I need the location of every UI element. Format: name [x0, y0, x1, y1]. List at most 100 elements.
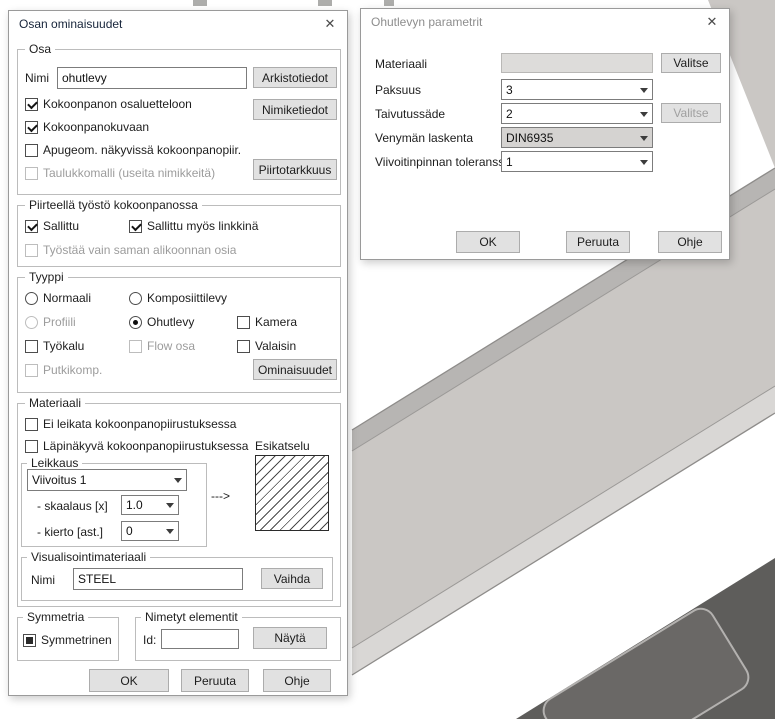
vaihda-button[interactable]: Vaihda: [261, 568, 323, 589]
radio-komposiittilevy[interactable]: Komposiittilevy: [129, 291, 227, 305]
checkbox-tyokalu[interactable]: Työkalu: [25, 339, 84, 353]
checkbox-icon: [237, 316, 250, 329]
dialog-titlebar[interactable]: Ohutlevyn parametrit: [361, 9, 729, 35]
chevron-down-icon: [169, 470, 186, 490]
bend-radius-label: Taivutussäde: [375, 107, 445, 121]
combo-value: 3: [502, 83, 635, 97]
sheet-metal-parameters-dialog: Ohutlevyn parametrit ✕ Materiaali Valits…: [360, 8, 730, 260]
checkbox-label: Kokoonpanon osaluetteloon: [43, 97, 192, 111]
checkbox-sallittu-linkkina[interactable]: Sallittu myös linkkinä: [129, 219, 258, 233]
radio-label: Normaali: [43, 291, 91, 305]
rotation-label: - kierto [ast.]: [37, 525, 103, 539]
combo-value: 1.0: [122, 498, 161, 512]
combo-value: 1: [502, 155, 635, 169]
material-label: Materiaali: [375, 57, 427, 71]
toolbar-fragment: [384, 0, 394, 6]
group-vis-legend: Visualisointimateriaali: [27, 551, 150, 563]
scale-label: - skaalaus [x]: [37, 499, 108, 513]
group-nimetyt-legend: Nimetyt elementit: [141, 611, 242, 623]
checkbox-apugeom[interactable]: Apugeom. näkyvissä kokoonpanopiir.: [25, 143, 241, 157]
checkbox-symmetrinen[interactable]: Symmetrinen: [23, 633, 112, 647]
dialog-titlebar[interactable]: Osan ominaisuudet: [9, 11, 347, 37]
help-button[interactable]: Ohje: [263, 669, 331, 692]
checkbox-kamera[interactable]: Kamera: [237, 315, 297, 329]
hatch-rotation-select[interactable]: 0: [121, 521, 179, 541]
dialog-title: Osan ominaisuudet: [19, 17, 122, 31]
checkbox-icon: [25, 98, 38, 111]
checkbox-label: Sallittu: [43, 219, 79, 233]
toolbar-fragment: [193, 0, 207, 6]
ok-button[interactable]: OK: [456, 231, 520, 253]
checkbox-label: Valaisin: [255, 339, 296, 353]
element-id-input[interactable]: [161, 629, 239, 649]
checkbox-ei-leikata[interactable]: Ei leikata kokoonpanopiirustuksessa: [25, 417, 236, 431]
checkbox-label: Työstää vain saman alikoonnan osia: [43, 243, 236, 257]
cancel-button[interactable]: Peruuta: [566, 231, 630, 253]
checkbox-label: Putkikomp.: [43, 363, 102, 377]
checkbox-label: Läpinäkyvä kokoonpanopiirustuksessa: [43, 439, 248, 453]
bend-radius-select[interactable]: 2: [501, 103, 653, 124]
checkbox-label: Apugeom. näkyvissä kokoonpanopiir.: [43, 143, 241, 157]
group-osa-legend: Osa: [25, 43, 55, 55]
checkbox-flow-osa: Flow osa: [129, 339, 195, 353]
checkbox-icon: [25, 121, 38, 134]
close-icon[interactable]: ✕: [695, 9, 729, 35]
part-name-input[interactable]: [57, 67, 247, 89]
checkbox-label: Työkalu: [43, 339, 84, 353]
app-screen: Osan ominaisuudet ✕ Osa Nimi Arkistotied…: [0, 0, 775, 719]
nimiketiedot-button[interactable]: Nimiketiedot: [253, 99, 337, 120]
id-label: Id:: [143, 633, 156, 647]
checkbox-taulukkomalli: Taulukkomalli (useita nimikkeitä): [25, 166, 215, 180]
thickness-label: Paksuus: [375, 83, 421, 97]
chevron-down-icon: [635, 128, 652, 147]
group-piirre: [17, 205, 341, 267]
chevron-down-icon: [635, 80, 652, 99]
checkbox-label: Taulukkomalli (useita nimikkeitä): [43, 166, 215, 180]
group-leikkaus-legend: Leikkaus: [27, 457, 82, 469]
radio-label: Profiili: [43, 315, 76, 329]
tolerance-select[interactable]: 1: [501, 151, 653, 172]
arrow-to-preview-label: --->: [211, 489, 230, 503]
checkbox-valaisin[interactable]: Valaisin: [237, 339, 296, 353]
piirtotarkkuus-button[interactable]: Piirtotarkkuus: [253, 159, 337, 180]
nayta-button[interactable]: Näytä: [253, 627, 327, 649]
thickness-select[interactable]: 3: [501, 79, 653, 100]
checkbox-kokoonpanokuvaan[interactable]: Kokoonpanokuvaan: [25, 120, 149, 134]
arkistotiedot-button[interactable]: Arkistotiedot: [253, 67, 337, 88]
checkbox-label: Kamera: [255, 315, 297, 329]
elongation-label: Venymän laskenta: [375, 131, 473, 145]
checkbox-icon: [237, 340, 250, 353]
select-material-button[interactable]: Valitse: [661, 53, 721, 73]
ok-button[interactable]: OK: [89, 669, 169, 692]
checkbox-label: Symmetrinen: [41, 633, 112, 647]
material-input: [501, 53, 653, 73]
checkbox-putkikomp: Putkikomp.: [25, 363, 102, 377]
radio-icon: [129, 316, 142, 329]
checkbox-sallittu[interactable]: Sallittu: [25, 219, 79, 233]
part-properties-dialog: Osan ominaisuudet ✕ Osa Nimi Arkistotied…: [8, 10, 348, 696]
preview-label: Esikatselu: [255, 439, 310, 453]
hatch-pattern-select[interactable]: Viivoitus 1: [27, 469, 187, 491]
elongation-method-select[interactable]: DIN6935: [501, 127, 653, 148]
vis-name-label: Nimi: [31, 573, 55, 587]
radio-label: Komposiittilevy: [147, 291, 227, 305]
combo-value: 0: [122, 524, 161, 538]
cancel-button[interactable]: Peruuta: [181, 669, 249, 692]
ominaisuudet-button[interactable]: Ominaisuudet: [253, 359, 337, 380]
group-symmetria-legend: Symmetria: [23, 611, 88, 623]
name-label: Nimi: [25, 71, 49, 85]
checkbox-kokoonpanon-osaluetteloon[interactable]: Kokoonpanon osaluetteloon: [25, 97, 192, 111]
checkbox-lapinakyva[interactable]: Läpinäkyvä kokoonpanopiirustuksessa: [25, 439, 248, 453]
close-icon[interactable]: ✕: [313, 11, 347, 37]
vis-material-input[interactable]: [73, 568, 243, 590]
help-button[interactable]: Ohje: [658, 231, 722, 253]
radio-icon: [25, 292, 38, 305]
checkbox-label: Ei leikata kokoonpanopiirustuksessa: [43, 417, 236, 431]
radio-normaali[interactable]: Normaali: [25, 291, 91, 305]
radio-ohutlevy[interactable]: Ohutlevy: [129, 315, 194, 329]
group-tyyppi-legend: Tyyppi: [25, 271, 68, 283]
hatch-scale-select[interactable]: 1.0: [121, 495, 179, 515]
checkbox-icon: [129, 220, 142, 233]
combo-value: 2: [502, 107, 635, 121]
chevron-down-icon: [635, 152, 652, 171]
